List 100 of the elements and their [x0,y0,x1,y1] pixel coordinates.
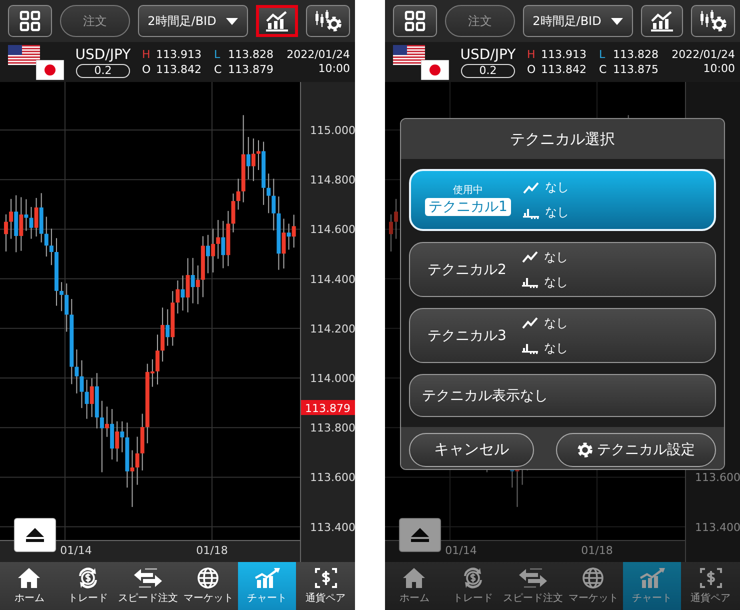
chart-icon [638,567,666,589]
home-icon [402,567,426,589]
nav-tab[interactable]: トレード [444,562,502,610]
low-value: 113.828 [228,48,274,61]
eject-icon [25,527,45,543]
price-label: 113.400 [310,520,355,534]
close-label: C [214,63,223,76]
chart-settings-button[interactable] [306,5,350,37]
eject-icon [410,527,430,543]
home-icon [17,567,42,589]
low-label: L [599,48,606,61]
spread-value: 0.2 [76,64,130,78]
date-label: 01/14 [445,544,477,557]
chart-icon [253,567,282,589]
open-label: O [527,63,537,76]
caret-icon [226,18,238,24]
close-value: 113.875 [613,63,660,76]
currency-pair: USD/JPY [75,46,131,62]
price-label: 114.000 [310,372,355,385]
timeframe-dropdown[interactable]: 2時間足/BID [523,5,633,37]
price-label: 114.800 [310,174,355,187]
settings-icon [577,442,593,458]
price-label: 114.600 [310,223,355,236]
candle-settings-icon [698,9,728,33]
price-label: 115.000 [310,124,355,137]
chart-icon [650,10,674,32]
technical-chart-button[interactable] [256,5,298,37]
japan-flag-icon [421,60,449,80]
technical-settings-button[interactable]: テクニカル設定 [556,432,716,466]
price-label: 113.800 [310,422,355,435]
timeframe-dropdown[interactable]: 2時間足/BID [138,5,248,37]
open-value: 113.842 [156,63,202,76]
date-label: 01/18 [196,544,228,557]
swap-arrows-icon [133,567,164,589]
in-use-label: 使用中 [453,184,483,196]
bar-chart-icon [522,342,538,354]
currency-pair: USD/JPY [460,46,516,62]
date-label: 01/18 [581,544,613,557]
low-label: L [214,48,222,61]
nav-tab[interactable]: マーケット [179,562,238,610]
indicator-status: なし [544,274,568,290]
price-label: 114.400 [310,272,355,286]
quote-time: 10:00 [318,62,350,76]
high-label: H [142,48,152,61]
price-label: 113.400 [695,520,740,534]
globe-icon [196,567,220,589]
candle-settings-icon [313,9,343,33]
technical-option[interactable]: テクニカル表示なし [409,374,716,417]
indicator-status: なし [545,204,569,221]
technical-option[interactable]: テクニカル3 なし なし [409,308,716,363]
technical-option[interactable]: 使用中 テクニカル1 なし なし [409,169,716,231]
dollar-frame-icon [698,567,723,589]
menu-button[interactable] [393,5,437,37]
chart-settings-button[interactable] [691,5,735,37]
indicator-status: なし [544,248,568,266]
line-chart-icon [522,317,538,329]
nav-tab[interactable]: ホーム [0,562,59,610]
nav-tab[interactable]: トレード [58,562,118,610]
high-value: 113.913 [541,48,588,61]
swap-arrows-icon [518,567,548,589]
open-value: 113.842 [541,63,588,76]
grid-icon [19,10,41,32]
nav-tab[interactable]: 通貨ペア [296,562,355,610]
price-label: 113.600 [310,471,355,484]
current-price-tag: 113.879 [301,400,355,415]
collapse-button[interactable] [399,518,441,552]
date-label: 01/14 [60,544,92,557]
close-value: 113.879 [228,63,274,76]
cancel-button[interactable]: キャンセル [409,432,534,466]
bar-chart-icon [522,276,538,288]
dialog-title: テクニカル選択 [510,130,615,148]
low-value: 113.828 [613,48,660,61]
line-chart-icon [523,182,539,194]
nav-tab[interactable]: 通貨ペア [681,562,740,610]
indicator-status: なし [544,340,568,356]
quote-time: 10:00 [703,62,735,76]
quote-date: 2022/01/24 [286,48,350,62]
spread-value: 0.2 [461,64,515,78]
caret-icon [611,18,624,24]
line-chart-icon [522,251,538,263]
technical-chart-button[interactable] [641,5,683,37]
quote-date: 2022/01/24 [672,48,735,62]
menu-button[interactable] [8,5,52,37]
technical-option[interactable]: テクニカル2 なし なし [409,242,716,297]
us-flag-icon [393,45,425,65]
nav-tab[interactable]: ホーム [385,562,444,610]
collapse-button[interactable] [14,518,56,552]
nav-tab[interactable]: スピード注文 [502,562,564,610]
globe-icon [581,567,606,589]
bar-chart-icon [523,206,539,218]
japan-flag-icon [36,60,64,80]
indicator-status: なし [544,314,568,332]
nav-tab[interactable]: マーケット [564,562,623,610]
high-label: H [527,48,536,61]
close-label: C [599,63,608,76]
nav-tab[interactable]: スピード注文 [117,562,180,610]
indicator-status: なし [545,179,569,196]
price-label: 113.600 [695,471,740,484]
chart-icon [265,10,289,32]
price-label: 114.200 [310,322,355,336]
